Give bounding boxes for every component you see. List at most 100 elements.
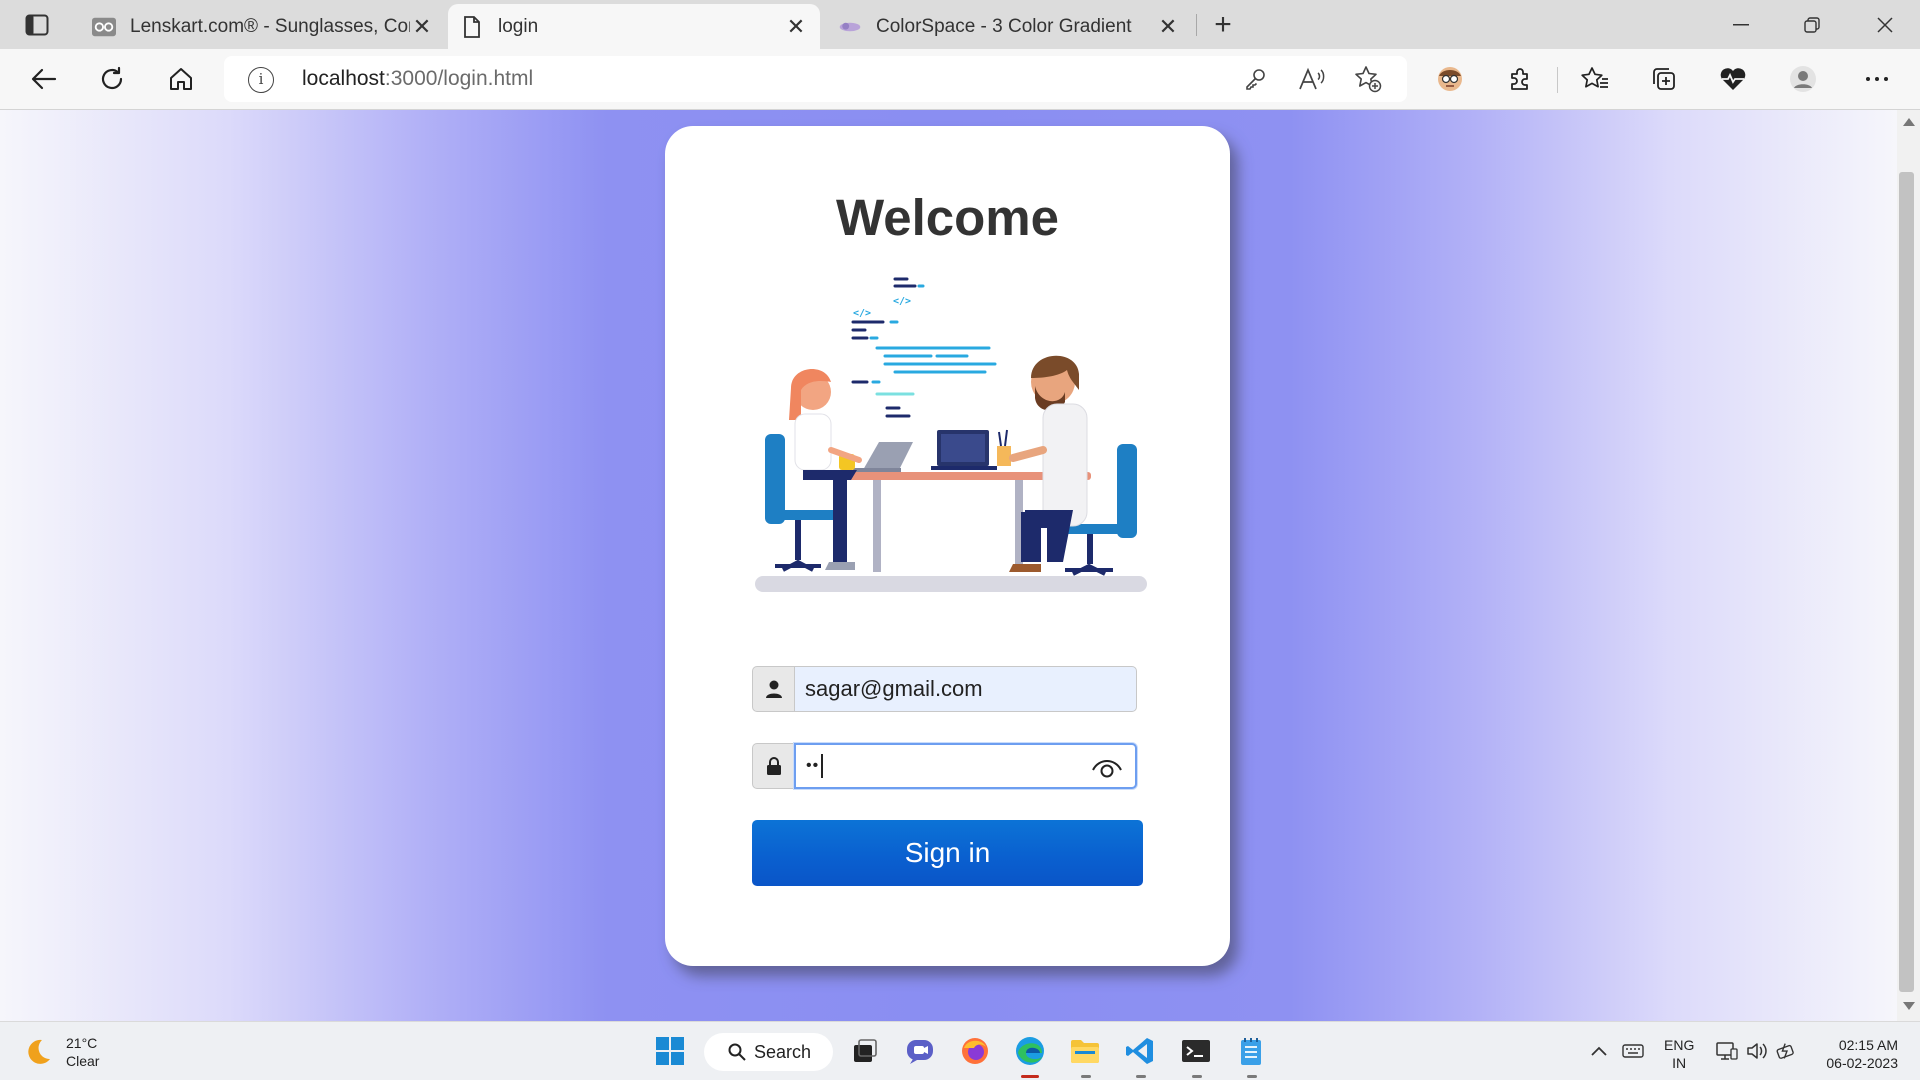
- url-text[interactable]: localhost:3000/login.html: [302, 67, 533, 91]
- close-tab-icon[interactable]: ✕: [1156, 14, 1180, 39]
- terminal-button[interactable]: [1176, 1031, 1216, 1071]
- volume-icon[interactable]: [1746, 1040, 1768, 1062]
- tab-lenskart[interactable]: Lenskart.com® - Sunglasses, Cor ✕: [80, 4, 446, 49]
- language-region: IN: [1672, 1055, 1687, 1071]
- weather-condition: Clear: [66, 1053, 100, 1069]
- touch-keyboard-button[interactable]: [1622, 1040, 1644, 1062]
- avatar-extension-icon: [1438, 67, 1462, 91]
- extensions-button[interactable]: [1500, 61, 1540, 97]
- two-developers-at-desk-illustration: </> </>: [755, 277, 1147, 592]
- password-key-icon[interactable]: [1240, 64, 1272, 94]
- minimize-icon: [1733, 23, 1749, 25]
- moon-icon: [28, 1039, 50, 1064]
- show-hidden-icons-button[interactable]: [1588, 1040, 1610, 1062]
- edge-button[interactable]: [1010, 1031, 1050, 1071]
- vscode-icon: [1126, 1038, 1153, 1064]
- settings-more-button[interactable]: [1857, 61, 1897, 97]
- edge-running-indicator: [1021, 1075, 1039, 1078]
- restore-icon: [1804, 16, 1820, 33]
- tab-title: login: [498, 15, 539, 37]
- clock-time: 02:15 AM: [1838, 1037, 1898, 1053]
- chat-icon: [907, 1040, 933, 1064]
- file-explorer-button[interactable]: [1065, 1031, 1105, 1071]
- address-bar[interactable]: i localhost:3000/login.html: [224, 56, 1407, 102]
- start-button[interactable]: [650, 1031, 690, 1071]
- email-input[interactable]: sagar@gmail.com: [794, 666, 1137, 712]
- favorites-button[interactable]: [1575, 61, 1615, 97]
- scroll-down-icon[interactable]: [1903, 1002, 1915, 1010]
- minimize-button[interactable]: [1706, 0, 1776, 49]
- close-icon: [1877, 16, 1893, 33]
- scrollbar-thumb[interactable]: [1899, 172, 1914, 992]
- notepad-icon: [1241, 1038, 1261, 1065]
- chevron-up-icon: [1591, 1046, 1607, 1056]
- task-view-button[interactable]: [844, 1031, 884, 1071]
- collections-icon: [1653, 68, 1675, 90]
- favorites-star-icon: [1581, 67, 1608, 88]
- eye-icon[interactable]: [1091, 755, 1123, 781]
- weather-temp: 21°C: [66, 1035, 98, 1051]
- browser-toolbar: i localhost:3000/login.html: [0, 49, 1920, 110]
- add-favorite-icon[interactable]: [1352, 64, 1384, 94]
- close-tab-icon[interactable]: ✕: [784, 14, 808, 39]
- heart-pulse-icon: [1720, 68, 1746, 90]
- page-title: Welcome: [836, 189, 1059, 246]
- teams-chat-button[interactable]: [900, 1031, 940, 1071]
- back-arrow-icon: [31, 68, 57, 90]
- search-icon: [728, 1043, 746, 1061]
- network-icon[interactable]: [1716, 1040, 1738, 1062]
- close-tab-icon[interactable]: ✕: [410, 14, 434, 39]
- password-field[interactable]: ••: [752, 743, 1137, 789]
- close-window-button[interactable]: [1850, 0, 1920, 49]
- lock-icon: [752, 743, 794, 789]
- keyboard-icon: [1622, 1044, 1644, 1058]
- read-aloud-icon[interactable]: [1296, 64, 1328, 94]
- weather-widget[interactable]: 21°C Clear: [22, 1034, 99, 1070]
- vscode-button[interactable]: [1120, 1031, 1160, 1071]
- clock-date: 06-02-2023: [1826, 1055, 1898, 1071]
- clock[interactable]: 02:15 AM 06-02-2023: [1816, 1036, 1898, 1072]
- signin-button[interactable]: Sign in: [752, 820, 1143, 886]
- plus-icon: +: [1214, 8, 1232, 41]
- tab-colorspace[interactable]: ColorSpace - 3 Color Gradient ✕: [826, 4, 1192, 49]
- explorer-running-indicator: [1081, 1075, 1091, 1078]
- refresh-button[interactable]: [92, 61, 132, 97]
- restore-button[interactable]: [1777, 0, 1847, 49]
- browser-essentials-button[interactable]: [1713, 61, 1753, 97]
- tab-actions-button[interactable]: [14, 10, 60, 40]
- firefox-button[interactable]: [955, 1031, 995, 1071]
- home-button[interactable]: [161, 61, 201, 97]
- vscode-running-indicator: [1136, 1075, 1146, 1078]
- svg-text:</>: </>: [893, 296, 911, 307]
- page-icon: [460, 15, 484, 39]
- email-field[interactable]: sagar@gmail.com: [752, 666, 1137, 712]
- tab-separator: [1196, 14, 1197, 36]
- edge-icon: [1016, 1037, 1044, 1065]
- site-info-icon[interactable]: i: [248, 67, 274, 93]
- colorspace-icon: [838, 15, 862, 39]
- tab-login[interactable]: login ✕: [448, 4, 820, 49]
- terminal-running-indicator: [1192, 1075, 1202, 1078]
- language-indicator[interactable]: ENG IN: [1664, 1036, 1694, 1072]
- tab-strip: Lenskart.com® - Sunglasses, Cor ✕ login …: [0, 0, 1920, 49]
- back-button[interactable]: [24, 61, 64, 97]
- login-card: Welcome </> </> sagar@gmail.com •• Sign …: [665, 126, 1230, 966]
- password-input[interactable]: ••: [794, 743, 1137, 789]
- profile-button[interactable]: [1783, 61, 1823, 97]
- profile-extension-button[interactable]: [1430, 61, 1470, 97]
- notepad-running-indicator: [1247, 1075, 1257, 1078]
- scroll-up-icon[interactable]: [1903, 118, 1915, 126]
- toolbar-divider: [1557, 67, 1558, 93]
- new-tab-button[interactable]: +: [1206, 8, 1240, 42]
- collections-button[interactable]: [1644, 61, 1684, 97]
- taskbar-search-button[interactable]: Search: [704, 1033, 833, 1071]
- firefox-icon: [962, 1038, 988, 1064]
- notepad-button[interactable]: [1231, 1031, 1271, 1071]
- tab-actions-icon: [25, 14, 49, 36]
- tab-title: ColorSpace - 3 Color Gradient: [876, 15, 1132, 37]
- lenskart-glasses-icon: [92, 15, 116, 39]
- user-icon: [752, 666, 794, 712]
- battery-icon[interactable]: [1776, 1040, 1798, 1062]
- windows-start-icon: [656, 1037, 684, 1065]
- text-caret: [821, 754, 823, 778]
